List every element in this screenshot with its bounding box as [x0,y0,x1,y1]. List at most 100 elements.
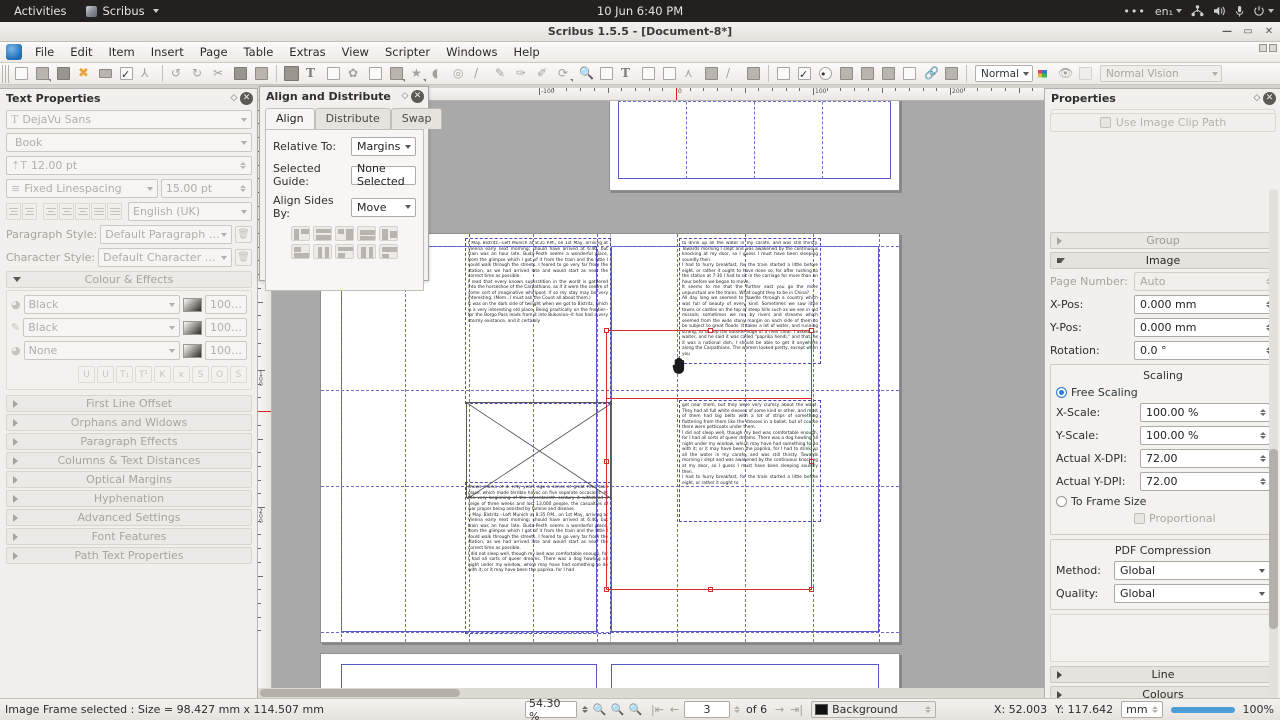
method-select[interactable]: Global [1114,561,1270,580]
shadowed-text-icon[interactable]: S [230,366,247,383]
edit-text-story-editor-icon[interactable]: T [618,64,637,83]
close-icon[interactable]: ✕ [1263,91,1276,105]
minimize-button[interactable]: — [1220,24,1234,38]
unlink-text-frames-icon[interactable] [660,64,679,83]
page-above[interactable] [609,101,900,191]
edit-welding-icon[interactable] [744,64,763,83]
rotate-item-icon[interactable]: ⟳ [555,64,574,83]
background-colour-swatch[interactable] [183,343,202,358]
tab-align[interactable]: Align [265,108,315,129]
menu-edit[interactable]: Edit [62,43,100,61]
align-forced-justify-icon[interactable] [107,203,122,220]
zoom-input[interactable]: 54.30 % [525,697,577,720]
insert-render-frame-icon[interactable]: ✿ [345,64,364,83]
pdf-radio-button-icon[interactable]: • [816,64,835,83]
fill-colour-swatch[interactable] [183,297,202,312]
volume-icon[interactable] [1213,5,1226,17]
page-number-input[interactable]: 3 [684,701,730,718]
fill-colour-select[interactable]: Black [23,295,180,314]
free-scaling-radio[interactable] [1056,387,1067,398]
page-spread-current[interactable]: t May. Bistritz.--Left Munich at 8:35 P.… [320,233,900,643]
align-center-horizontal-icon[interactable] [379,226,398,241]
clip-path-checkbox[interactable] [1099,117,1111,128]
x-pos-input[interactable]: 0.000 mm [1134,295,1276,314]
zoom-100-icon[interactable]: 🔍 [610,702,625,718]
insert-arc-icon[interactable]: ◖ [429,64,448,83]
insert-spiral-icon[interactable]: ◎ [450,64,469,83]
section-columns-text-distances[interactable]: Columns & Text Distances [6,452,252,469]
rotation-input[interactable]: 0.0 ° [1134,341,1276,360]
layer-spinner[interactable] [924,706,933,713]
align-right-sides-icon[interactable] [335,226,354,241]
close-document-icon[interactable]: ✖ [75,64,94,83]
close-icon[interactable]: ✕ [411,89,424,103]
align-distribute-header[interactable]: Align and Distribute ◇ ✕ [260,87,428,105]
resize-handle-ne[interactable] [809,328,814,333]
link-text-frames-icon[interactable] [639,64,658,83]
fill-shade-input[interactable]: 100 % [205,295,247,314]
tab-swap[interactable]: Swap [390,108,443,129]
section-hyphenation[interactable]: Hyphenation [6,490,252,507]
align-left-out-icon[interactable] [291,244,310,259]
float-panel-icon[interactable]: ◇ [228,92,240,104]
insert-table-icon[interactable] [366,64,385,83]
image-frame-outline-secondary[interactable] [606,398,812,590]
power-icon[interactable] [1253,5,1274,17]
character-style-select[interactable]: Default Character Style [98,248,232,267]
previous-page-icon[interactable]: ← [667,702,682,718]
small-caps-icon[interactable]: ĸ [173,366,190,383]
colour-effects-section-header[interactable]: Colour & Effects [6,271,252,288]
spinner[interactable] [238,162,247,169]
align-center-icon[interactable] [59,203,74,220]
direction-ltr-icon[interactable] [6,203,21,220]
tab-distribute[interactable]: Distribute [314,108,391,129]
input-source-indicator[interactable]: en₁ [1155,5,1182,18]
menu-page[interactable]: Page [192,43,236,61]
layer-select[interactable]: Background [811,701,936,718]
copy-item-properties-icon[interactable] [702,64,721,83]
network-icon[interactable] [1191,5,1204,17]
menu-windows[interactable]: Windows [438,43,505,61]
insert-bezier-curve-icon[interactable]: ✎ [492,64,511,83]
maximize-button[interactable]: ▭ [1241,24,1255,38]
linespacing-mode-select[interactable]: ≡ Fixed Linespacing [6,179,158,198]
page-spinner[interactable] [732,706,741,713]
preflight-verifier-icon[interactable]: ✓ [117,64,136,83]
proportional-checkbox[interactable] [1134,513,1145,524]
insert-freehand-line-icon[interactable]: ✑ [513,64,532,83]
save-document-icon[interactable] [54,64,73,83]
reset-paragraph-style-icon[interactable]: 🗑 [235,226,252,243]
section-path-text-properties[interactable]: Path Text Properties [6,547,252,564]
y-scale-input[interactable]: 100.00 % [1140,426,1270,445]
close-button[interactable]: ✕ [1262,24,1276,38]
pdf-3d-annotation-icon[interactable] [942,64,961,83]
pdf-push-button-icon[interactable] [879,64,898,83]
use-image-clip-path-button[interactable]: Use Image Clip Path [1050,113,1276,132]
redo-icon[interactable]: ↻ [189,64,208,83]
center-vertical-icon[interactable] [313,244,332,259]
align-sides-select[interactable]: Move [351,197,416,217]
scrollbar-thumb[interactable] [1269,449,1278,629]
menu-extras[interactable]: Extras [281,43,333,61]
save-as-pdf-icon[interactable]: ⅄ [138,64,157,83]
undo-icon[interactable]: ↺ [168,64,187,83]
section-paragraph-effects[interactable]: Paragraph Effects [6,433,252,450]
stroke-shade-input[interactable]: 100 % [205,318,247,337]
insert-calligraphic-line-icon[interactable]: ✐ [534,64,553,83]
actual-x-dpi-input[interactable]: 72.00 [1140,449,1270,468]
measurements-icon[interactable]: ⋏ [681,64,700,83]
x-scale-input[interactable]: 100.00 % [1140,403,1270,422]
insert-line-icon[interactable]: / [471,64,490,83]
y-pos-input[interactable]: 0.000 mm [1134,318,1276,337]
first-page-icon[interactable]: |⇤ [650,702,665,718]
spinner[interactable] [1258,478,1267,485]
align-right-icon[interactable] [75,203,90,220]
underline-icon[interactable]: U [78,366,95,383]
last-page-icon[interactable]: ⇥| [789,702,804,718]
unit-spinner[interactable] [1151,706,1160,713]
linespacing-value-input[interactable]: 15.00 pt [160,179,252,198]
align-justify-icon[interactable] [91,203,106,220]
preview-toggle-icon[interactable]: 👁 [1055,64,1074,83]
restore-document-icon[interactable] [1259,44,1267,52]
to-frame-size-radio[interactable] [1056,496,1067,507]
